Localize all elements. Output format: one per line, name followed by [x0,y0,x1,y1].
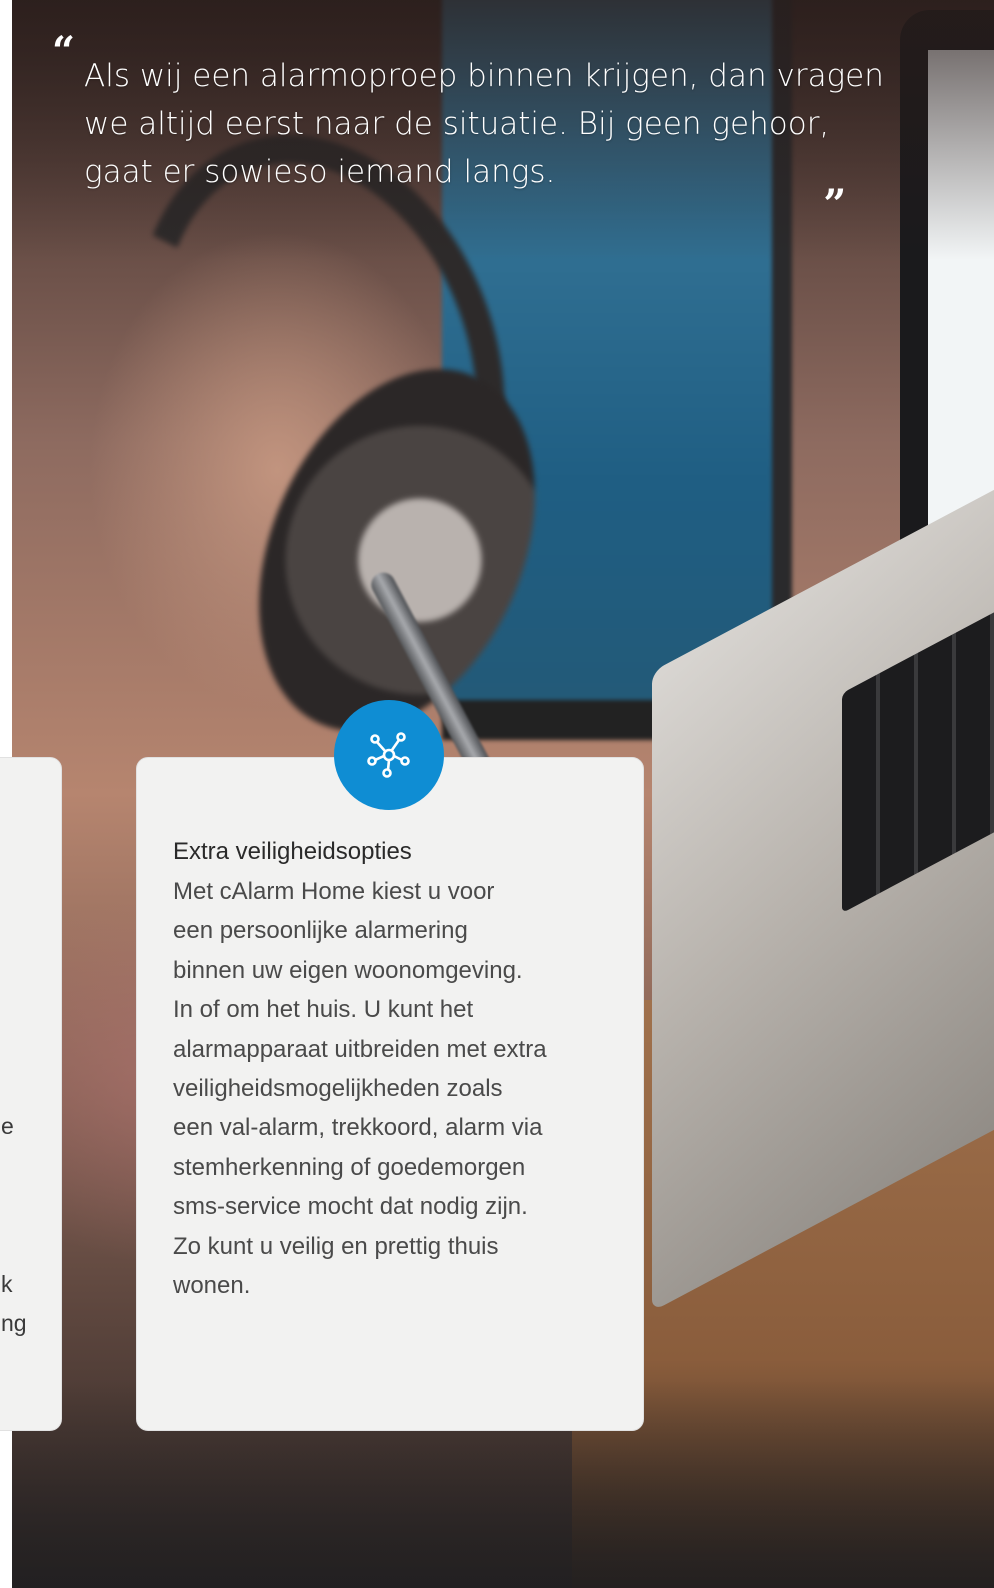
card-body-line: Zo kunt u veilig en prettig thuis [173,1232,499,1260]
card-body-line: een val-alarm, trekkoord, alarm via [173,1114,543,1142]
card-body-line: veiligheidsmogelijkheden zoals [173,1075,503,1103]
left-card-text-fragment: ng [1,1310,27,1336]
card-body-line: alarmapparaat uitbreiden met extra [173,1035,547,1063]
card-title: Extra veiligheidsopties [173,838,412,865]
card-body: Met cAlarm Home kiest u voor een persoon… [173,872,613,1305]
quote-open-mark: “ [52,28,76,75]
card-body-line: stemherkenning of goedemorgen [173,1153,526,1181]
quote-text: Als wij een alarmoproep binnen krijgen, … [84,58,884,190]
card-body-line: een persoonlijke alarmering [173,917,468,945]
quote-close-mark: „ [824,158,848,205]
left-card-text-fragment: k [1,1271,13,1297]
card-body-line: In of om het huis. U kunt het [173,996,474,1024]
card-body-line: sms-service mocht dat nodig zijn. [173,1193,528,1221]
network-hub-icon [334,700,444,810]
left-info-card: e k ng [0,757,62,1431]
card-body-line: wonen. [173,1272,251,1300]
card-body-line: Met cAlarm Home kiest u voor [173,878,495,905]
left-card-text-fragment: e [1,1113,14,1139]
card-body-line: binnen uw eigen woonomgeving. [173,956,523,984]
